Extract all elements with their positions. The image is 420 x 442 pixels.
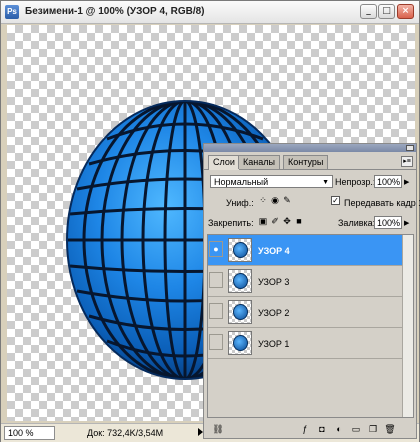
layer-row-uzor-2[interactable]: УЗОР 2 [208, 297, 413, 328]
palette-close-icon[interactable] [406, 145, 414, 151]
palette-tabs: Слои Каналы Контуры ▸≡ [204, 153, 416, 170]
layer-style-icon[interactable]: ƒ [299, 423, 311, 435]
layer-name: УЗОР 3 [258, 277, 290, 287]
visibility-toggle[interactable] [209, 334, 223, 350]
layer-row-uzor-1[interactable]: УЗОР 1 [208, 328, 413, 359]
layers-scrollbar[interactable] [402, 235, 413, 417]
zoom-level-field[interactable]: 100 % [4, 426, 55, 440]
visibility-toggle[interactable] [209, 272, 223, 288]
new-layer-icon[interactable]: ❐ [367, 423, 379, 435]
fill-slider-arrow-icon[interactable]: ▶ [404, 219, 409, 227]
fill-label: Заливка: [338, 218, 376, 228]
link-layers-icon[interactable]: ⛓ [212, 423, 224, 435]
layer-thumbnail [228, 300, 252, 324]
opacity-slider-arrow-icon[interactable]: ▶ [404, 178, 409, 186]
maximize-icon[interactable]: □ [378, 4, 395, 19]
fill-input[interactable]: 100% [374, 216, 402, 229]
propagate-frame-label: Передавать кадр 1 [344, 198, 420, 208]
lock-all-icon[interactable]: ■ [294, 216, 304, 227]
lock-brush-icon[interactable]: ✐ [270, 216, 280, 227]
eye-icon[interactable]: ● [209, 241, 223, 257]
tab-paths[interactable]: Контуры [283, 155, 329, 169]
layers-list: ● УЗОР 4 УЗОР 3 УЗОР 2 УЗОР 1 [207, 234, 414, 418]
title-bar[interactable]: Ps Безимени-1 @ 100% (УЗОР 4, RGB/8) _ □… [1, 1, 419, 24]
unify-position-icon[interactable]: ⁘ [258, 195, 268, 206]
opacity-label: Непрозр.: [335, 177, 376, 187]
lock-transparency-icon[interactable]: ▣ [258, 216, 268, 227]
layer-row-uzor-3[interactable]: УЗОР 3 [208, 266, 413, 297]
lock-label: Закрепить: [208, 218, 254, 228]
trash-icon[interactable]: 🗑 [384, 423, 396, 435]
chevron-down-icon: ▼ [322, 179, 329, 186]
palette-footer: ⛓ ƒ ◘ ◐ ▭ ❐ 🗑 [204, 420, 416, 438]
tab-channels[interactable]: Каналы [238, 155, 280, 169]
unify-visibility-icon[interactable]: ◉ [270, 195, 280, 206]
close-icon[interactable]: × [397, 4, 414, 19]
blend-mode-select[interactable]: Нормальный ▼ [210, 175, 333, 188]
unify-style-icon[interactable]: ✎ [282, 195, 292, 206]
layer-name: УЗОР 2 [258, 308, 290, 318]
layer-thumbnail [228, 238, 252, 262]
adjustment-layer-icon[interactable]: ◐ [333, 423, 345, 435]
blend-mode-value: Нормальный [214, 177, 269, 187]
minimize-icon[interactable]: _ [360, 4, 377, 19]
layer-row-uzor-4[interactable]: ● УЗОР 4 [208, 235, 413, 266]
unify-label: Униф.: [226, 198, 254, 208]
layer-thumbnail [228, 331, 252, 355]
window-title: Безимени-1 @ 100% (УЗОР 4, RGB/8) [25, 6, 205, 17]
layer-thumbnail [228, 269, 252, 293]
visibility-toggle[interactable] [209, 303, 223, 319]
photoshop-app-icon: Ps [5, 5, 19, 19]
palette-menu-icon[interactable]: ▸≡ [401, 156, 413, 167]
layer-name: УЗОР 1 [258, 339, 290, 349]
propagate-frame-checkbox[interactable]: ✓ [331, 196, 340, 205]
new-group-icon[interactable]: ▭ [350, 423, 362, 435]
palette-drag-bar[interactable] [204, 144, 416, 152]
layer-name: УЗОР 4 [258, 246, 290, 256]
layers-palette: Слои Каналы Контуры ▸≡ Нормальный ▼ Непр… [203, 143, 420, 439]
layer-mask-icon[interactable]: ◘ [316, 423, 328, 435]
lock-move-icon[interactable]: ✥ [282, 216, 292, 227]
opacity-input[interactable]: 100% [374, 175, 402, 188]
document-size-info: Док: 732,4K/3,54M [87, 428, 164, 438]
tab-layers[interactable]: Слои [208, 155, 240, 170]
